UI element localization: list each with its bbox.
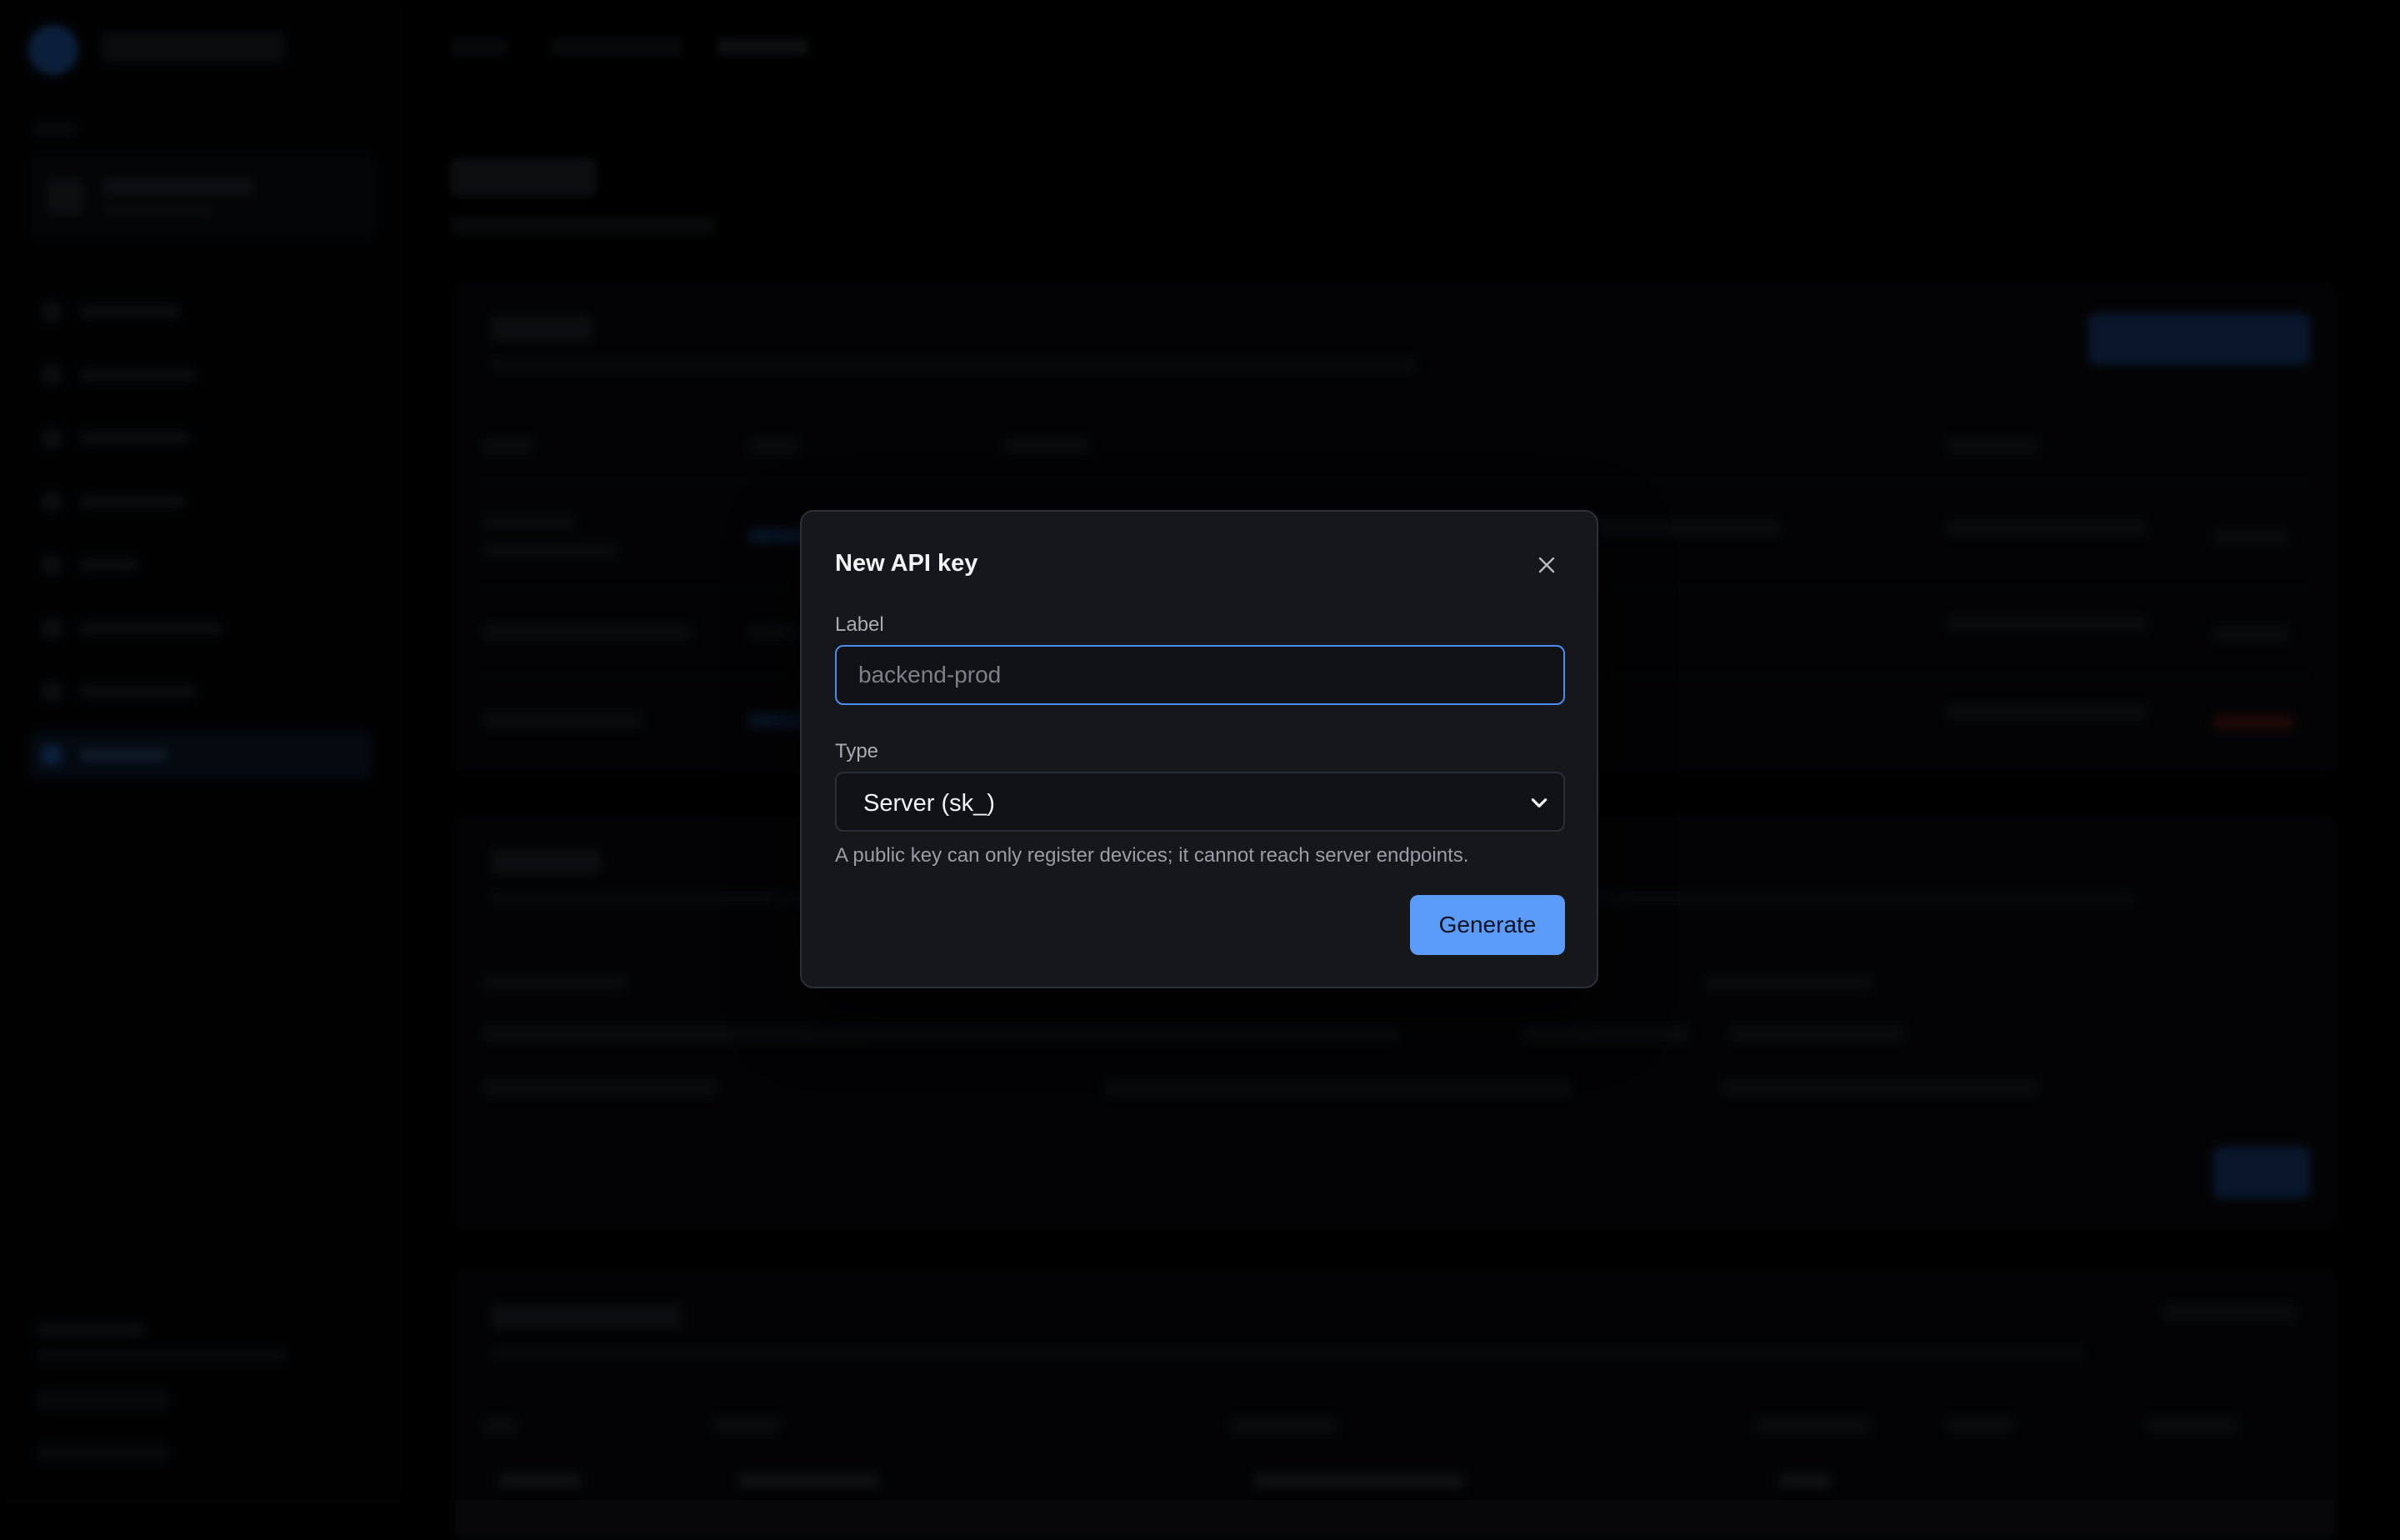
type-select-value: Server (sk_): [863, 790, 995, 817]
chevron-down-icon: [1531, 798, 1548, 808]
new-api-key-dialog: New API key Label Type Server (sk_) A pu…: [800, 510, 1598, 988]
close-button[interactable]: [1528, 547, 1565, 583]
label-input[interactable]: [835, 645, 1565, 705]
type-select[interactable]: Server (sk_): [835, 772, 1565, 832]
label-field-label: Label: [835, 613, 884, 636]
type-hint-text: A public key can only register devices; …: [835, 844, 1469, 867]
dialog-title: New API key: [835, 550, 978, 577]
type-field-label: Type: [835, 740, 879, 762]
generate-button[interactable]: Generate: [1410, 895, 1565, 955]
close-icon: [1538, 557, 1555, 573]
